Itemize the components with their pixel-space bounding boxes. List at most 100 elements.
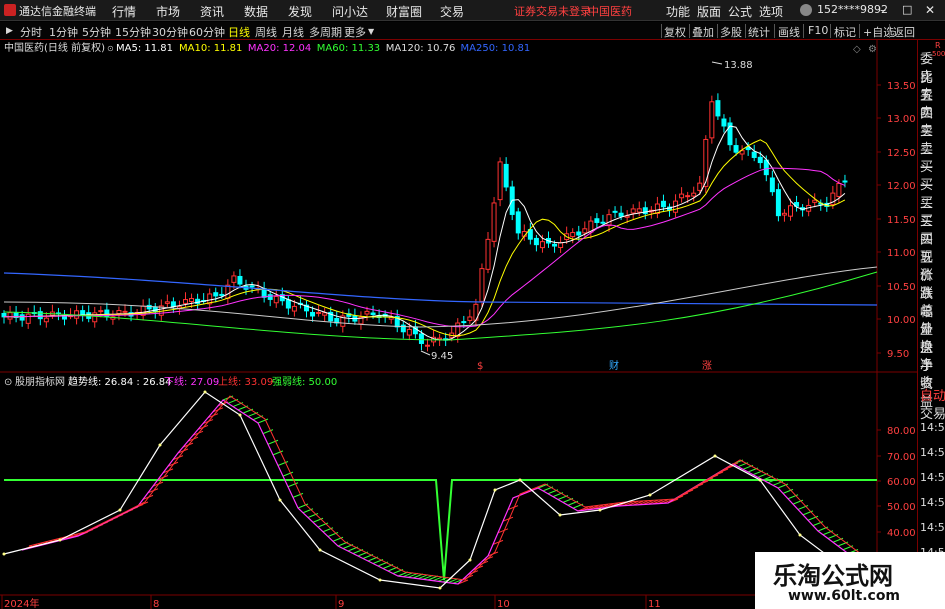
btn-diejia[interactable]: 叠加 (692, 24, 714, 40)
date-tick-label: 9 (338, 599, 344, 609)
main-chart-title: 中国医药(日线 前复权) (4, 41, 105, 54)
btn-f10[interactable]: F10 (808, 24, 828, 37)
candle-body (685, 195, 691, 198)
tab-fenshi[interactable]: 分时 (20, 24, 42, 40)
menu-caifuquan[interactable]: 财富圈 (386, 3, 422, 20)
ma-legend-item: MA250: 10.81 (461, 43, 531, 54)
btn-fuquan[interactable]: 复权 (664, 24, 686, 40)
candle-body (745, 146, 751, 151)
menu-jiaoyi[interactable]: 交易 (440, 3, 464, 20)
close-icon[interactable]: ✕ (925, 3, 935, 17)
candle-body (219, 293, 225, 296)
candle-body (213, 292, 219, 297)
indicator-strength: 强弱线: 50.00 (272, 375, 337, 388)
tab-30min[interactable]: 30分钟 (152, 24, 188, 40)
candle-body (183, 299, 188, 304)
indicator-tick-label: 80.00 (887, 426, 916, 437)
event-marker[interactable]: 财 (609, 359, 619, 372)
panel-trade-label[interactable]: 交易 (920, 403, 945, 422)
tab-multi-period[interactable]: 多周期 (309, 24, 342, 40)
candle-body (570, 232, 576, 238)
event-marker[interactable]: 涨 (702, 360, 712, 372)
kline-chart-area[interactable]: 中国医药(日线 前复权) ⊙ ◇ ⚙ ⊙ 股朋指标网 趋势线: 26.84 : … (0, 40, 917, 609)
candle-body (715, 100, 721, 117)
candle-body (164, 301, 170, 304)
candle-body (691, 192, 697, 197)
candle-body (237, 275, 243, 285)
candle-body (515, 211, 521, 234)
app-title: 通达信金融终端 (19, 5, 96, 18)
candle-body (273, 295, 279, 304)
btn-huaxian[interactable]: 画线 (778, 24, 800, 40)
tab-weekly[interactable]: 周线 (255, 24, 277, 40)
price-tick-label: 12.50 (887, 148, 916, 159)
panel-auto-label[interactable]: 自动 (920, 385, 945, 404)
candle-body (406, 328, 412, 336)
menu-gongshi[interactable]: 公式 (728, 3, 752, 20)
candle-body (594, 218, 600, 223)
tick-time: 14:56 (920, 496, 945, 509)
chevron-down-icon[interactable]: ▼ (368, 27, 374, 36)
candle-body (122, 310, 128, 313)
ma250-line (3, 272, 878, 306)
tick-time: 14:56 (920, 446, 945, 459)
indicator-lower: 下线: 27.09 (164, 375, 219, 388)
tab-5min[interactable]: 5分钟 (82, 24, 111, 40)
indicator-trend-line (3, 391, 878, 589)
maximize-icon[interactable]: □ (902, 3, 912, 16)
candle-body (679, 193, 685, 199)
candle-body (636, 208, 642, 213)
minimize-icon[interactable]: – (880, 3, 886, 17)
candle-body (836, 182, 842, 197)
tick-time: 14:56 (920, 421, 945, 434)
indicator-tick-label: 70.00 (887, 452, 916, 463)
menu-xuanxiang[interactable]: 选项 (759, 3, 783, 20)
account-id[interactable]: 152****9892 (817, 3, 888, 16)
tab-60min[interactable]: 60分钟 (189, 24, 225, 40)
candle-body (757, 156, 763, 164)
play-icon[interactable]: ▶ (6, 26, 13, 36)
toggle-icon[interactable]: ⊙ (107, 44, 114, 53)
candle-body (612, 210, 618, 213)
price-tick-label: 13.50 (887, 81, 916, 92)
price-tick-label: 9.50 (887, 349, 909, 360)
menu-hangqing[interactable]: 行情 (112, 3, 136, 20)
tab-daily[interactable]: 日线 (228, 24, 250, 40)
menu-wenxiaoda[interactable]: 问小达 (332, 3, 368, 20)
menu-banmian[interactable]: 版面 (697, 3, 721, 20)
tab-15min[interactable]: 15分钟 (115, 24, 151, 40)
settings-icon[interactable]: ⚙ (868, 44, 877, 55)
watermark-url: www.60lt.com (788, 588, 901, 604)
ma-legend-item: MA60: 11.33 (317, 43, 380, 54)
tab-1min[interactable]: 1分钟 (49, 24, 78, 40)
login-notice[interactable]: 证券交易未登录 (514, 3, 591, 19)
toggle-icon-2[interactable]: ⊙ (4, 377, 12, 388)
candle-body (189, 298, 195, 303)
menu-shichang[interactable]: 市场 (156, 3, 180, 20)
candle-body (781, 212, 787, 216)
event-marker[interactable]: $ (477, 361, 483, 372)
candle-body (763, 159, 769, 176)
candle-body (467, 316, 473, 321)
tab-monthly[interactable]: 月线 (282, 24, 304, 40)
tab-more[interactable]: 更多 (344, 24, 366, 40)
diamond-icon[interactable]: ◇ (853, 44, 861, 55)
candle-body (370, 312, 376, 316)
ma-legend-item: MA5: 11.81 (116, 43, 173, 54)
menu-faxian[interactable]: 发现 (288, 3, 312, 20)
date-tick-label: 11 (648, 599, 661, 609)
candle-body (170, 301, 176, 307)
btn-duogu[interactable]: 多股 (720, 24, 742, 40)
ma-legend-item: MA10: 11.81 (179, 43, 242, 54)
date-tick-label: 2024年 (4, 597, 39, 609)
btn-biaoji[interactable]: 标记 (834, 24, 856, 40)
candle-body (630, 208, 636, 214)
candle-body (697, 182, 703, 191)
btn-back[interactable]: 返回 (893, 24, 915, 40)
ma20-line (4, 167, 846, 328)
menu-shuju[interactable]: 数据 (244, 3, 268, 20)
menu-gongneng[interactable]: 功能 (666, 3, 690, 20)
menu-zixun[interactable]: 资讯 (200, 3, 224, 20)
btn-tongji[interactable]: 统计 (748, 24, 770, 40)
user-icon[interactable] (800, 4, 812, 16)
